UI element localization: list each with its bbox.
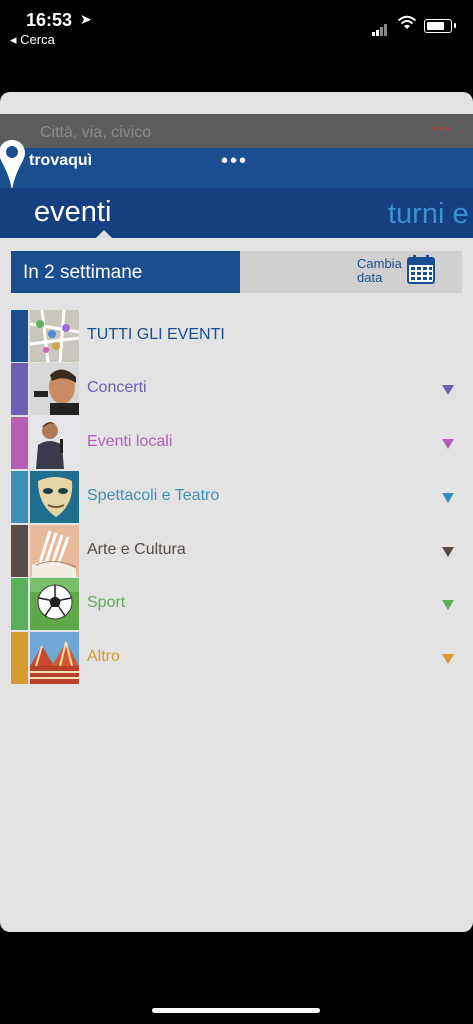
theatre-mask-icon — [30, 471, 79, 523]
category-eventi-locali[interactable]: Eventi locali — [11, 417, 462, 469]
search-options-icon[interactable]: ••• — [433, 120, 451, 136]
logo-pin-icon — [0, 140, 25, 190]
expand-arrow-icon[interactable] — [442, 385, 454, 395]
category-label: Altro — [87, 648, 120, 665]
expand-arrow-icon[interactable] — [442, 600, 454, 610]
battery-icon — [424, 19, 456, 33]
change-date-link[interactable]: Cambia data — [357, 257, 402, 285]
category-color-strip — [11, 632, 28, 684]
search-bar: ••• — [0, 114, 473, 150]
signal-icon — [372, 18, 388, 36]
category-color-strip — [11, 578, 28, 630]
singer-icon — [30, 363, 79, 415]
status-bar: 16:53 ➤ ◂ Cerca — [0, 0, 473, 60]
book-icon — [30, 525, 79, 577]
category-altro[interactable]: Altro — [11, 632, 462, 684]
change-date-line1: Cambia — [357, 256, 402, 271]
category-color-strip — [11, 525, 28, 577]
date-filter-label: In 2 settimane — [23, 262, 143, 283]
category-label: Eventi locali — [87, 433, 173, 450]
app-window: ••• trovaquì ••• eventi turni e In 2 set… — [0, 92, 473, 932]
tab-eventi[interactable]: eventi — [34, 196, 111, 229]
category-spettacoli-teatro[interactable]: Spettacoli e Teatro — [11, 471, 462, 523]
category-tutti[interactable]: TUTTI GLI EVENTI — [11, 310, 462, 362]
change-date-line2: data — [357, 270, 383, 285]
tab-turni[interactable]: turni e — [388, 198, 469, 231]
expand-arrow-icon[interactable] — [442, 439, 454, 449]
speaker-icon — [30, 417, 79, 469]
tent-icon — [30, 632, 79, 684]
wifi-icon — [397, 15, 417, 29]
category-label: Concerti — [87, 379, 147, 396]
selected-tab-indicator — [96, 230, 112, 238]
search-input[interactable] — [38, 120, 442, 146]
soccer-ball-icon — [30, 578, 79, 630]
category-concerti[interactable]: Concerti — [11, 363, 462, 415]
calendar-icon[interactable] — [407, 255, 435, 284]
home-indicator[interactable] — [152, 1008, 320, 1013]
status-time: 16:53 — [26, 10, 73, 30]
expand-arrow-icon[interactable] — [442, 654, 454, 664]
back-to-search-link[interactable]: ◂ Cerca — [10, 32, 55, 48]
date-filter-bar: In 2 settimane Cambia data — [11, 251, 462, 293]
category-arte-cultura[interactable]: Arte e Cultura — [11, 525, 462, 577]
category-label: Spettacoli e Teatro — [87, 487, 220, 504]
logo-text: trovaquì — [29, 152, 93, 169]
category-color-strip — [11, 471, 28, 523]
category-color-strip — [11, 417, 28, 469]
location-arrow-icon: ➤ — [80, 11, 92, 27]
category-label: Arte e Cultura — [87, 541, 186, 558]
category-color-strip — [11, 363, 28, 415]
category-label: TUTTI GLI EVENTI — [87, 326, 225, 343]
category-sport[interactable]: Sport — [11, 578, 462, 630]
date-filter-label-box: In 2 settimane — [11, 251, 240, 293]
map-pins-icon — [30, 310, 79, 362]
expand-arrow-icon[interactable] — [442, 547, 454, 557]
expand-arrow-icon[interactable] — [442, 493, 454, 503]
more-menu-icon[interactable]: ••• — [221, 150, 248, 173]
category-label: Sport — [87, 594, 126, 611]
category-color-strip — [11, 310, 28, 362]
